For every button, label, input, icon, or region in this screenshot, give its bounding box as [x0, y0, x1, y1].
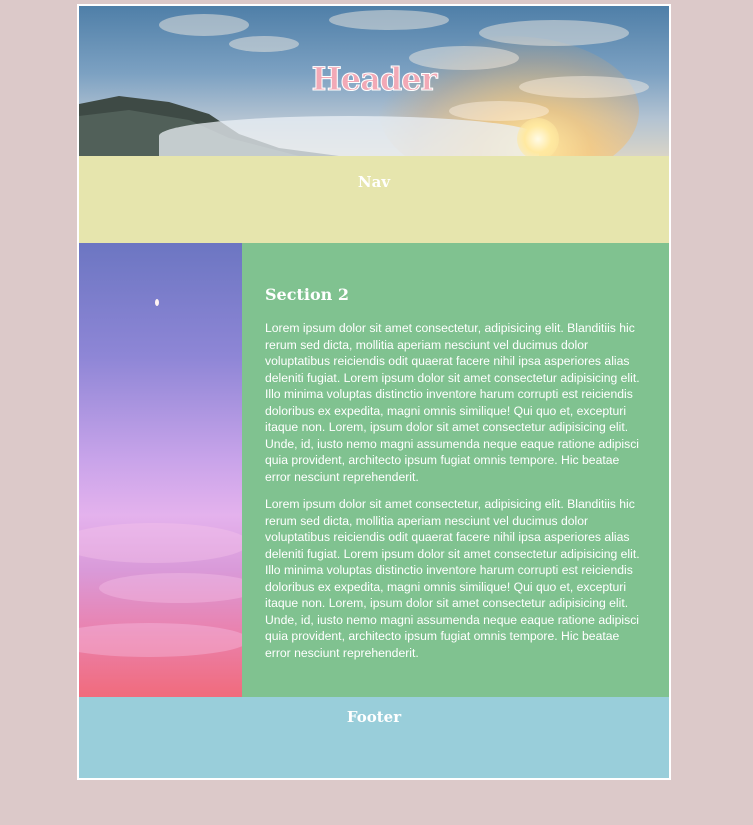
section-title: Section 2 [265, 285, 349, 304]
footer-title: Footer [346, 708, 402, 726]
sunset-sky-image [79, 243, 242, 697]
cloud [229, 36, 299, 52]
nav-bar: Nav [79, 156, 669, 243]
section-paragraph: Lorem ipsum dolor sit amet consectetur, … [265, 497, 640, 660]
nav-title: Nav [357, 173, 391, 191]
cloud [479, 20, 629, 46]
footer: Footer [79, 697, 669, 778]
moon [155, 299, 159, 306]
cloud [79, 523, 242, 563]
header-banner: Header [79, 6, 669, 156]
cloud [79, 623, 242, 657]
sun [517, 118, 559, 156]
main-section: Section 2 Lorem ipsum dolor sit amet con… [242, 243, 669, 697]
page-container: Header Nav Section 2 Lorem ipsum dolor s… [77, 4, 671, 780]
mist [159, 116, 539, 156]
header-title: Header [311, 60, 438, 99]
cloud [99, 573, 242, 603]
cloud [329, 10, 449, 30]
section-paragraph: Lorem ipsum dolor sit amet consectetur, … [265, 321, 640, 484]
cloud [159, 14, 249, 36]
